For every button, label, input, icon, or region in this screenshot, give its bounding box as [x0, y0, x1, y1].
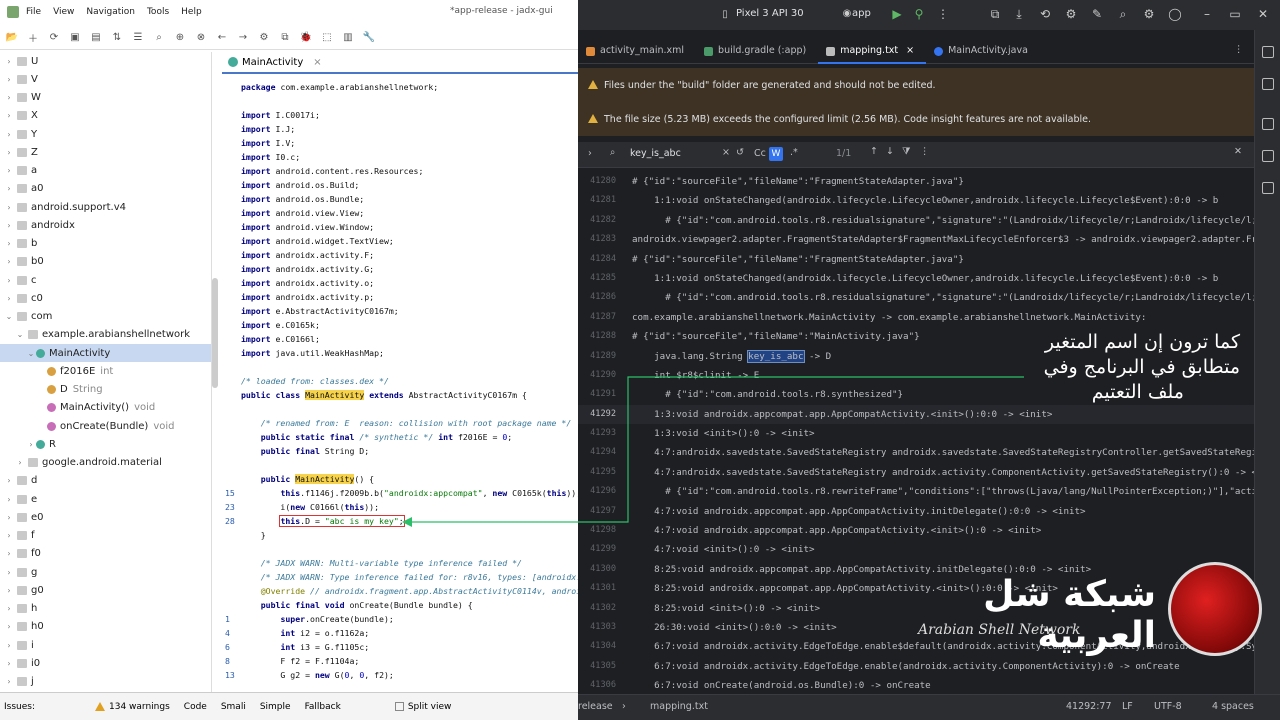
caption-line: كما ترون إن اسم المتغير [1044, 331, 1240, 353]
watermark-logo-icon [1168, 562, 1262, 656]
screen: File View Navigation Tools Help *app-rel… [0, 0, 1280, 720]
watermark-logo-subtitle: Arabian Shell Network [918, 622, 1081, 638]
caption-line: ملف التعتيم [1091, 381, 1184, 403]
watermark-logo-text: شبكة شل العربية [983, 574, 1156, 656]
arabic-caption: كما ترون إن اسم المتغير متطابق في البرنا… [990, 330, 1240, 420]
caption-line: متطابق في البرنامج وفي [1043, 356, 1240, 378]
